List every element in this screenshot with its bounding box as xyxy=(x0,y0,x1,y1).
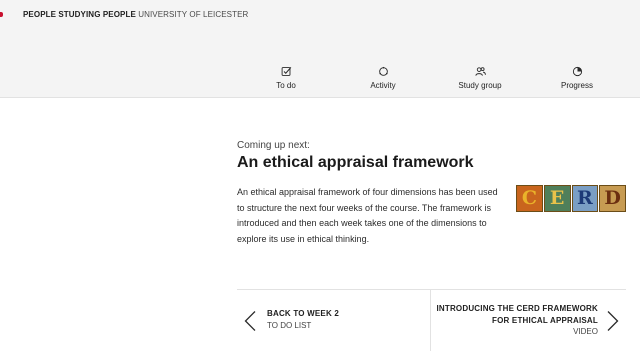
previous-step-link[interactable]: BACK TO WEEK 2 TO DO LIST xyxy=(237,290,430,351)
todo-icon xyxy=(281,67,291,76)
cerd-framework-image: C E R D xyxy=(516,185,626,212)
progress-icon xyxy=(572,66,582,77)
nav-item-study-group[interactable]: Study group xyxy=(445,66,515,90)
cerd-letter-c: C xyxy=(516,185,543,212)
cerd-letter-r: R xyxy=(571,185,599,212)
organisation-name: UNIVERSITY OF LEICESTER xyxy=(138,10,249,19)
next-step-link[interactable]: INTRODUCING THE CERD FRAMEWORK FOR ETHIC… xyxy=(431,290,626,351)
next-step-title: INTRODUCING THE CERD FRAMEWORK FOR ETHIC… xyxy=(436,304,598,325)
previous-step-subtitle: TO DO LIST xyxy=(267,321,312,330)
chevron-left-icon xyxy=(244,311,256,331)
cerd-letter-d: D xyxy=(599,185,626,212)
site-header: PEOPLE STUDYING PEOPLE UNIVERSITY OF LEI… xyxy=(0,0,640,98)
nav-label-study-group: Study group xyxy=(458,81,502,90)
cerd-letter-e: E xyxy=(543,185,571,212)
nav-item-todo[interactable]: To do xyxy=(251,66,321,90)
nav-label-activity: Activity xyxy=(370,81,396,90)
nav-item-progress[interactable]: Progress xyxy=(542,66,612,90)
next-step-subtitle: VIDEO xyxy=(573,327,598,336)
course-name[interactable]: PEOPLE STUDYING PEOPLE xyxy=(23,10,136,19)
nav-label-progress: Progress xyxy=(560,81,593,90)
study-group-icon xyxy=(474,67,486,76)
activity-icon xyxy=(378,66,388,76)
chevron-right-icon xyxy=(607,311,619,331)
course-nav: To do Activity Study group Progress xyxy=(0,66,640,96)
step-summary: An ethical appraisal framework of four d… xyxy=(237,187,498,244)
brand-mark xyxy=(0,12,3,17)
previous-step-title: BACK TO WEEK 2 xyxy=(267,309,339,318)
coming-up-label: Coming up next: xyxy=(237,140,310,151)
nav-label-todo: To do xyxy=(276,81,296,90)
step-navigation: BACK TO WEEK 2 TO DO LIST INTRODUCING TH… xyxy=(237,289,626,351)
course-title[interactable]: PEOPLE STUDYING PEOPLE UNIVERSITY OF LEI… xyxy=(23,10,248,19)
step-title: An ethical appraisal framework xyxy=(237,154,474,171)
nav-item-activity[interactable]: Activity xyxy=(348,66,418,90)
